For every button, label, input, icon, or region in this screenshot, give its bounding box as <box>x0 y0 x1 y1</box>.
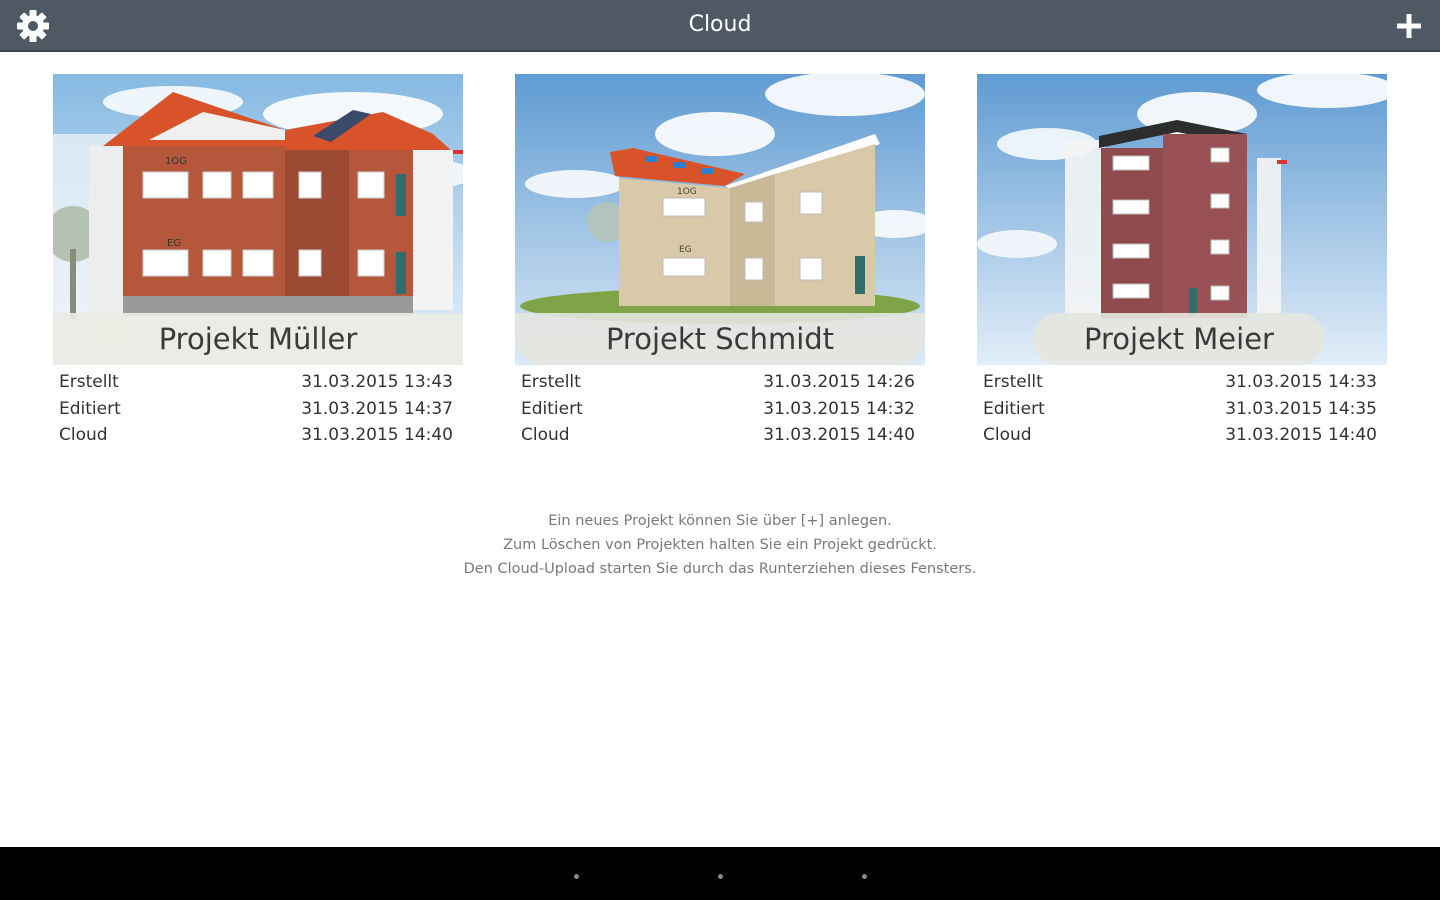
meta-row-edited: Editiert 31.03.2015 14:32 <box>515 399 925 426</box>
meta-value: 31.03.2015 14:32 <box>763 398 915 419</box>
meta-value: 31.03.2015 14:40 <box>301 425 453 445</box>
nav-recents-dot[interactable] <box>862 874 867 879</box>
meta-row-cloud: Cloud 31.03.2015 14:40 <box>53 425 463 452</box>
meta-label: Editiert <box>983 398 1045 419</box>
meta-row-created: Erstellt 31.03.2015 14:26 <box>515 372 925 399</box>
nav-back-dot[interactable] <box>574 874 579 879</box>
meta-value: 31.03.2015 14:40 <box>763 425 915 445</box>
nav-home-dot[interactable] <box>718 874 723 879</box>
project-thumbnail[interactable]: Projekt Meier <box>977 74 1387 365</box>
meta-label: Cloud <box>521 425 570 445</box>
meta-row-created: Erstellt 31.03.2015 13:43 <box>53 372 463 399</box>
hint-line-upload: Den Cloud-Upload starten Sie durch das R… <box>463 561 977 577</box>
help-text: Ein neues Projekt können Sie über [+] an… <box>0 509 1440 581</box>
meta-value: 31.03.2015 14:40 <box>1225 425 1377 445</box>
plus-icon <box>1397 14 1421 38</box>
app-bar: Cloud <box>0 0 1440 52</box>
project-card-mueller[interactable]: 1OG EG Projekt Müller Erstellt 31.03.2015… <box>53 74 463 452</box>
meta-value: 31.03.2015 14:33 <box>1225 372 1377 392</box>
meta-label: Erstellt <box>521 372 581 392</box>
meta-label: Cloud <box>59 425 108 445</box>
project-meta: Erstellt 31.03.2015 13:43 Editiert 31.03.2… <box>53 372 463 452</box>
meta-value: 31.03.2015 14:35 <box>1225 398 1377 419</box>
add-project-button[interactable] <box>1392 9 1426 43</box>
meta-row-cloud: Cloud 31.03.2015 14:40 <box>515 425 925 452</box>
meta-label: Erstellt <box>59 372 119 392</box>
meta-label: Erstellt <box>983 372 1043 392</box>
project-meta: Erstellt 31.03.2015 14:33 Editiert 31.03.2… <box>977 372 1387 452</box>
meta-label: Cloud <box>983 425 1032 445</box>
project-card-meier[interactable]: Projekt Meier Erstellt 31.03.2015 14:33 E… <box>977 74 1387 452</box>
floor-label-mid: EG <box>167 238 181 249</box>
meta-row-edited: Editiert 31.03.2015 14:37 <box>53 399 463 426</box>
hint-line-add: Ein neues Projekt können Sie über [+] an… <box>548 513 892 529</box>
floor-label-top: 1OG <box>677 187 697 197</box>
project-card-schmidt[interactable]: 1OG EG Projekt Schmidt Erstellt 31.03.201… <box>515 74 925 452</box>
meta-value: 31.03.2015 14:37 <box>301 398 453 419</box>
project-name: Projekt Müller <box>53 313 463 365</box>
meta-row-edited: Editiert 31.03.2015 14:35 <box>977 399 1387 426</box>
meta-value: 31.03.2015 13:43 <box>301 372 453 392</box>
floor-label-mid: EG <box>679 245 692 255</box>
project-meta: Erstellt 31.03.2015 14:26 Editiert 31.03.2… <box>515 372 925 452</box>
meta-row-created: Erstellt 31.03.2015 14:33 <box>977 372 1387 399</box>
meta-label: Editiert <box>59 398 121 419</box>
meta-value: 31.03.2015 14:26 <box>763 372 915 392</box>
floor-label-top: 1OG <box>165 156 187 167</box>
project-name: Projekt Meier <box>1033 313 1325 365</box>
hint-line-delete: Zum Löschen von Projekten halten Sie ein… <box>503 537 937 553</box>
project-thumbnail[interactable]: 1OG EG Projekt Müller <box>53 74 463 365</box>
project-thumbnail[interactable]: 1OG EG Projekt Schmidt <box>515 74 925 365</box>
project-name: Projekt Schmidt <box>515 313 925 365</box>
meta-label: Editiert <box>521 398 583 419</box>
page-title: Cloud <box>688 12 752 37</box>
system-nav-bar <box>0 847 1440 900</box>
meta-row-cloud: Cloud 31.03.2015 14:40 <box>977 425 1387 452</box>
